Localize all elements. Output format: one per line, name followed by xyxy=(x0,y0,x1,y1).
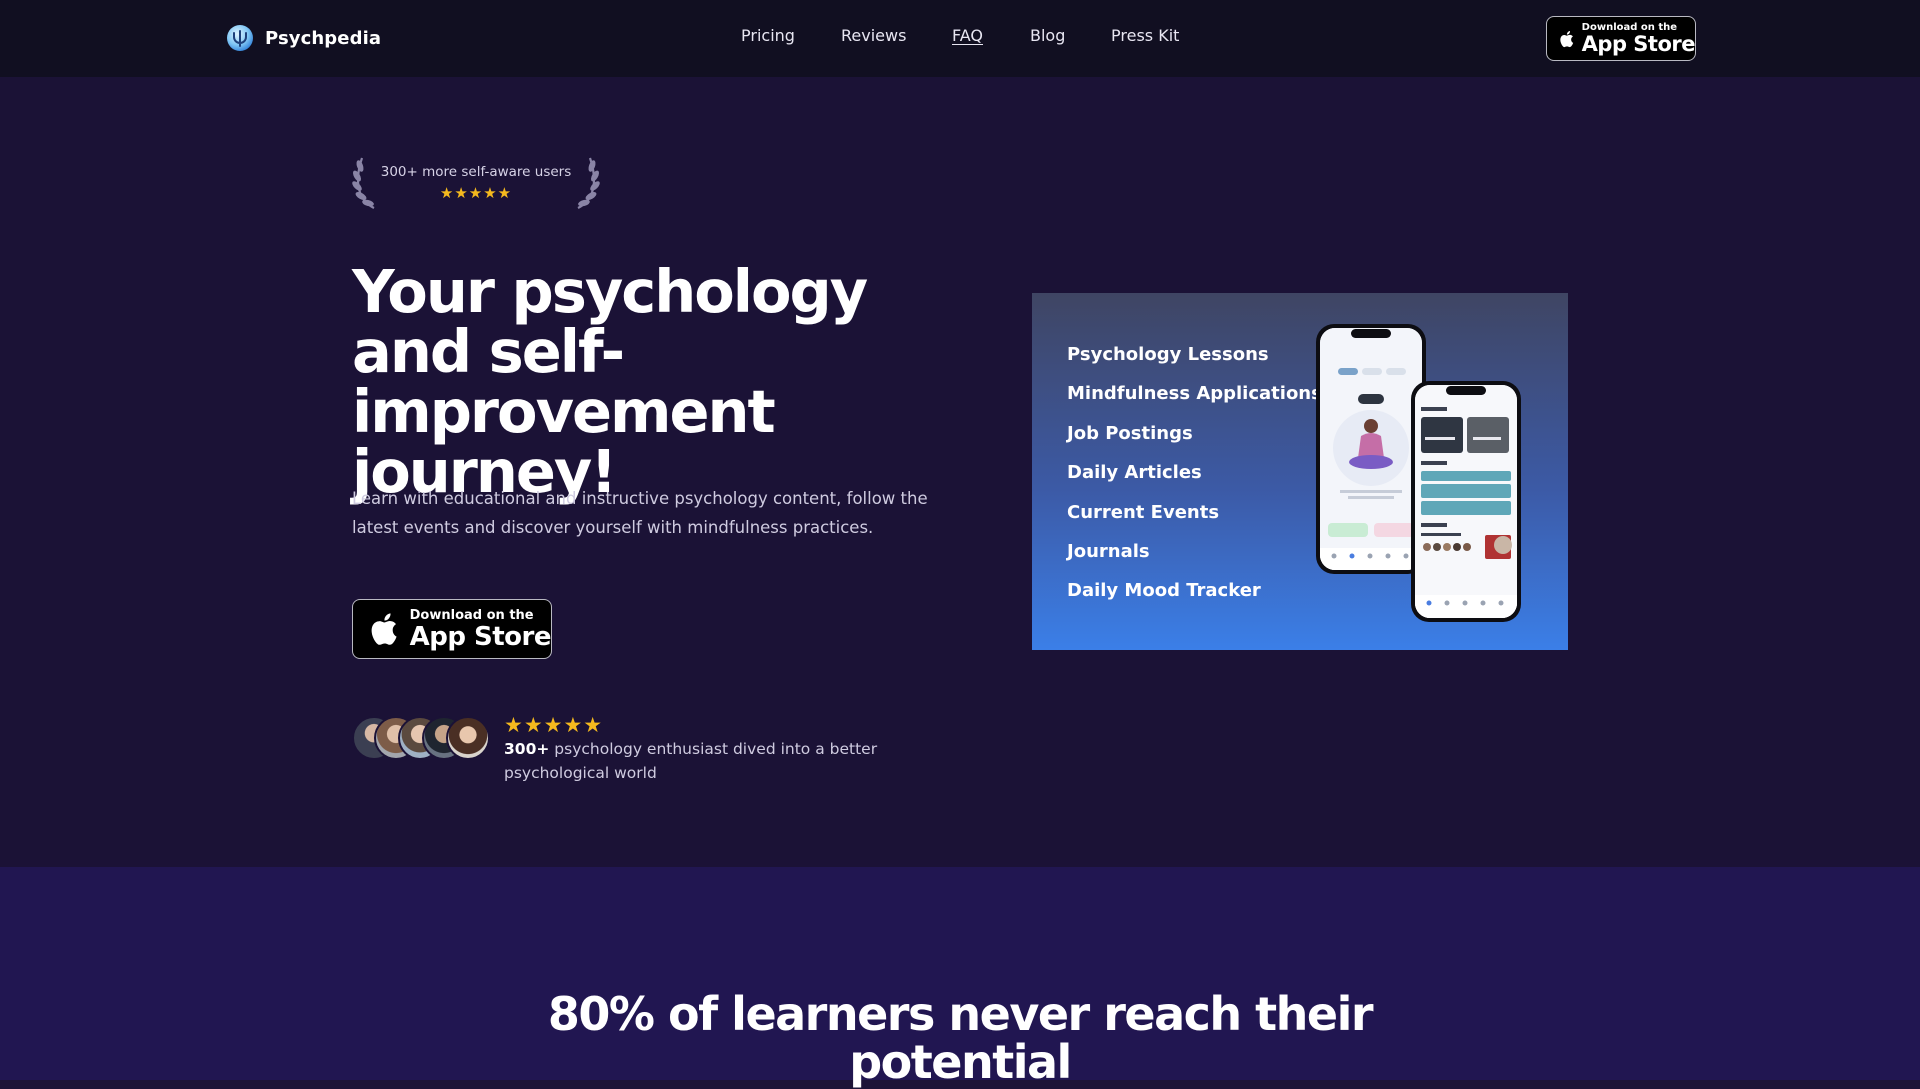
social-proof-count: 300+ xyxy=(504,740,550,758)
feature-item: Psychology Lessons xyxy=(1067,344,1269,365)
avatar xyxy=(446,716,490,760)
apple-icon xyxy=(1560,30,1574,47)
user-avatars xyxy=(352,716,492,762)
feature-item: Mindfulness Applications xyxy=(1067,383,1322,405)
apple-icon xyxy=(371,613,397,645)
lessons-illustration xyxy=(1415,385,1517,618)
appstore-small-label: Download on the xyxy=(409,607,534,623)
header-app-store-button[interactable]: Download on the App Store xyxy=(1546,16,1696,61)
appstore-text: Download on the App Store xyxy=(409,607,552,652)
hero-app-store-button[interactable]: Download on the App Store xyxy=(352,599,552,659)
nav-pricing[interactable]: Pricing xyxy=(741,26,795,45)
nav-faq[interactable]: FAQ xyxy=(952,26,983,45)
phone-mockup-lessons xyxy=(1411,381,1521,622)
laurel-right-icon xyxy=(577,157,600,209)
feature-item: Job Postings xyxy=(1067,422,1193,444)
feature-list: Psychology Lessons Mindfulness Applicati… xyxy=(1067,335,1322,611)
phone-notch xyxy=(1351,329,1391,338)
hero-headline: Your psychology and self-improvement jou… xyxy=(352,257,868,506)
feature-item: Daily Mood Tracker xyxy=(1067,580,1261,602)
feature-item: Daily Articles xyxy=(1067,462,1202,484)
appstore-small-label: Download on the xyxy=(1581,21,1678,33)
features-card: Psychology Lessons Mindfulness Applicati… xyxy=(1032,293,1568,650)
feature-item: Journals xyxy=(1067,541,1150,563)
site-header: Psychpedia Pricing Reviews FAQ Blog Pres… xyxy=(0,0,1920,77)
phone-mockup-meditation xyxy=(1316,324,1426,574)
star-icon: ★★★★★ xyxy=(504,714,604,737)
star-icon: ★★★★★ xyxy=(439,185,513,202)
users-badge: 300+ more self-aware users ★★★★★ xyxy=(350,154,602,212)
social-proof-caption: psychology enthusiast dived into a bette… xyxy=(504,740,878,782)
feature-item: Current Events xyxy=(1067,501,1220,523)
nav-blog[interactable]: Blog xyxy=(1030,26,1065,45)
hero-subtext: Learn with educational and instructive p… xyxy=(352,489,928,537)
meditation-illustration xyxy=(1320,328,1422,570)
users-badge-text: 300+ more self-aware users xyxy=(380,164,572,180)
nav-reviews[interactable]: Reviews xyxy=(841,26,906,45)
phone-screen xyxy=(1415,385,1517,618)
section-title: 80% of learners never reach their potent… xyxy=(547,987,1374,1089)
laurel-left-icon xyxy=(352,157,375,209)
social-proof-text: 300+ psychology enthusiast dived into a … xyxy=(504,737,904,785)
appstore-text: Download on the App Store xyxy=(1581,21,1696,56)
appstore-big-label: App Store xyxy=(409,621,552,652)
phone-screen xyxy=(1320,328,1422,570)
appstore-big-label: App Store xyxy=(1581,31,1696,56)
nav-press-kit[interactable]: Press Kit xyxy=(1111,26,1179,45)
phone-notch xyxy=(1446,386,1486,395)
